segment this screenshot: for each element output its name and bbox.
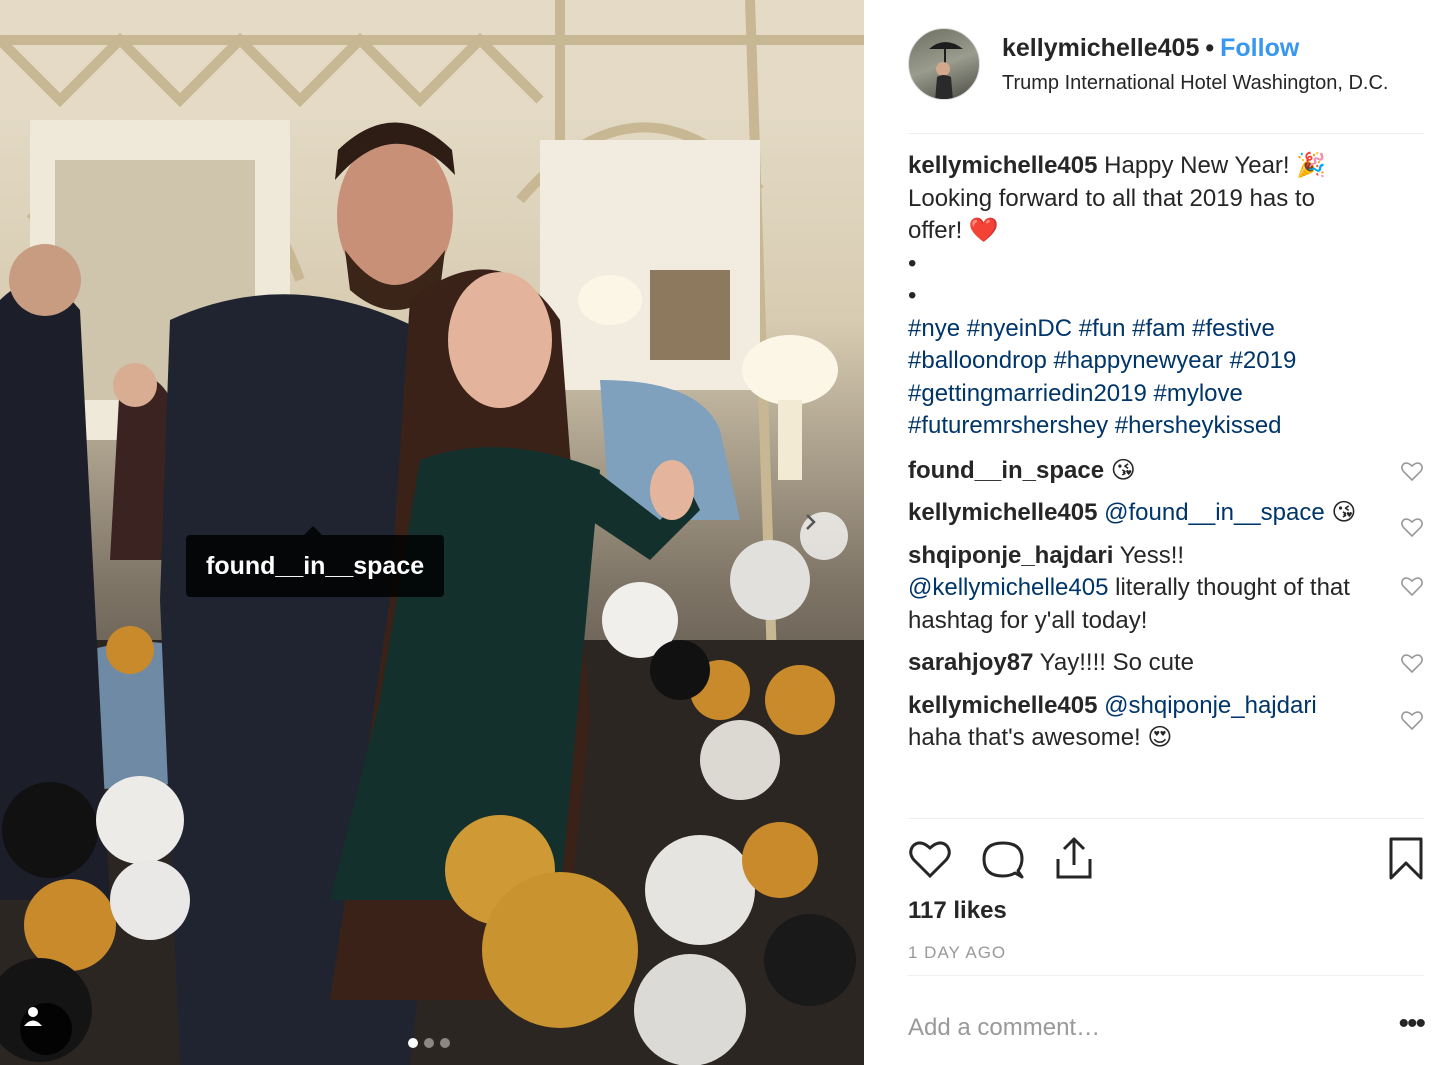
comment-text: Yess!! <box>1119 541 1185 569</box>
comment-mention[interactable]: @kellymichelle405 <box>908 574 1108 601</box>
more-options-icon[interactable]: ••• <box>1398 1009 1425 1039</box>
bookmark-icon[interactable] <box>1388 837 1424 881</box>
avatar[interactable] <box>908 28 980 100</box>
comment-like-icon[interactable] <box>1400 515 1424 539</box>
comment-item: sarahjoy87 Yay!!!! So cute <box>908 647 1424 680</box>
chevron-right-icon[interactable] <box>800 512 848 560</box>
comment-icon[interactable] <box>982 839 1024 881</box>
caption-hashtags[interactable]: #nye #nyeinDC #fun #fam #festive #balloo… <box>908 313 1374 443</box>
post-side-panel: kellymichelle405 • Follow Trump Internatio… <box>864 0 1456 1065</box>
user-tag-bubble[interactable]: found__in__space <box>186 526 445 597</box>
comment-item: shqiponje_hajdari Yess!! @kellymichelle4… <box>908 540 1424 638</box>
photo-scene <box>0 0 864 1065</box>
comment-text: haha that's awesome! 😍 <box>908 724 1173 751</box>
comments-list: kellymichelle405 Happy New Year! 🎉 Looki… <box>908 150 1424 816</box>
comment-like-icon[interactable] <box>1400 459 1424 483</box>
comment-input[interactable] <box>908 1010 1348 1046</box>
carousel-dot <box>440 1038 450 1048</box>
comment-like-icon[interactable] <box>1400 708 1424 732</box>
carousel-indicator <box>408 1038 450 1048</box>
add-comment-bar: ••• <box>908 975 1426 1065</box>
comment-username[interactable]: sarahjoy87 <box>908 649 1033 676</box>
comment-item: found__in_space 😘 <box>908 455 1424 488</box>
comment-like-icon[interactable] <box>1400 651 1424 675</box>
likes-count[interactable]: 117 likes <box>908 897 1007 925</box>
heart-icon[interactable] <box>908 839 952 879</box>
caption-bullet: • <box>908 249 917 277</box>
carousel-dot <box>408 1038 418 1048</box>
comment-username[interactable]: kellymichelle405 <box>908 692 1097 719</box>
share-icon[interactable] <box>1054 835 1094 881</box>
author-username[interactable]: kellymichelle405 <box>1002 34 1199 62</box>
post-timestamp: 1 DAY AGO <box>908 943 1007 962</box>
comment-text: Yay!!!! So cute <box>1039 649 1194 676</box>
post-location[interactable]: Trump International Hotel Washington, D.… <box>1002 72 1422 95</box>
comment-mention[interactable]: @found__in__space <box>1104 499 1325 526</box>
comment-username[interactable]: found__in_space <box>908 457 1104 484</box>
post-actions: 117 likes 1 DAY AGO <box>908 818 1424 962</box>
comment-text: 😘 <box>1110 456 1136 484</box>
comment-mention[interactable]: @shqiponje_hajdari <box>1104 692 1317 719</box>
carousel-dot <box>424 1038 434 1048</box>
person-icon[interactable] <box>20 1003 72 1055</box>
header-separator: • <box>1205 34 1215 62</box>
post-header: kellymichelle405 • Follow Trump Internatio… <box>908 28 1424 134</box>
follow-button[interactable]: Follow <box>1220 34 1299 62</box>
caption-text-line2: Looking forward to all that 2019 has to … <box>908 184 1315 245</box>
comment-item: kellymichelle405 @shqiponje_hajdari haha… <box>908 690 1424 755</box>
comment-like-icon[interactable] <box>1400 574 1424 598</box>
comment-item: kellymichelle405 @found__in__space 😘 <box>908 497 1424 538</box>
caption-username[interactable]: kellymichelle405 <box>908 152 1097 179</box>
comment-username[interactable]: kellymichelle405 <box>908 499 1097 526</box>
caption-bullet: • <box>908 282 917 309</box>
comment-username[interactable]: shqiponje_hajdari <box>908 542 1113 569</box>
post-photo[interactable]: found__in__space <box>0 0 864 1065</box>
comment-text: 😘 <box>1331 499 1357 526</box>
post-caption: kellymichelle405 Happy New Year! 🎉 Looki… <box>908 150 1424 443</box>
post-author: kellymichelle405 • Follow <box>1002 34 1299 63</box>
caption-text-line1: Happy New Year! 🎉 <box>1104 152 1327 179</box>
